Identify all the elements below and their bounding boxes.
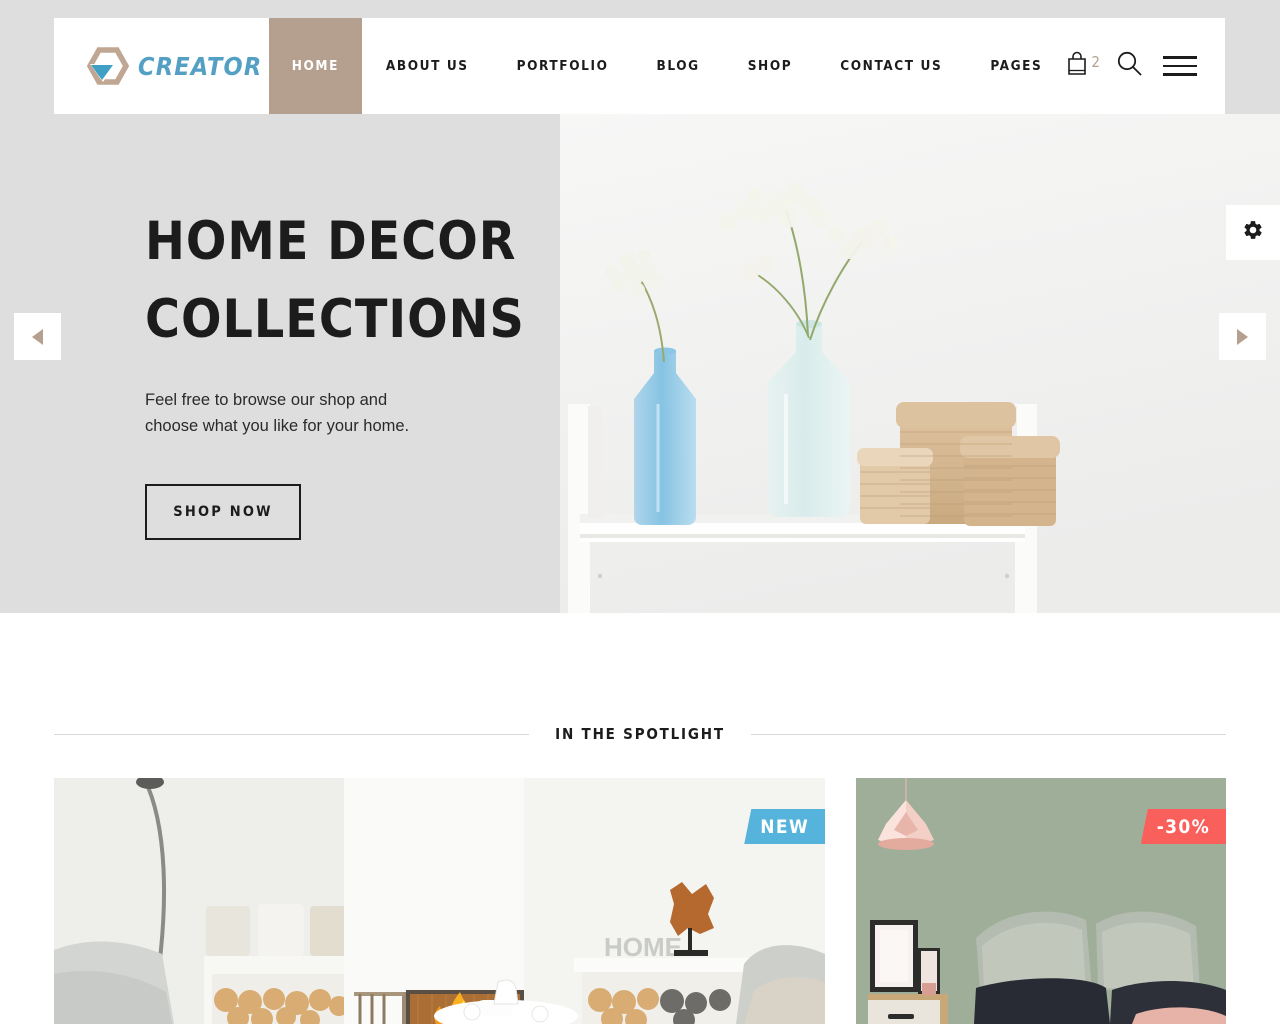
cart-count-badge: 2 bbox=[1091, 52, 1100, 71]
section-header: IN THE SPOTLIGHT bbox=[54, 725, 1227, 743]
logo-text: CREATOR bbox=[138, 51, 263, 81]
hamburger-menu-icon bbox=[1163, 64, 1197, 68]
gear-icon bbox=[1242, 219, 1264, 246]
nav-item-shop[interactable]: SHOP bbox=[724, 18, 817, 114]
main-navigation: HOME ABOUT US PORTFOLIO BLOG SHOP CONTAC… bbox=[268, 18, 1067, 114]
spotlight-card-new[interactable]: HOME NEW bbox=[54, 778, 825, 1024]
divider-line-left bbox=[54, 733, 530, 735]
hero-title-line-2: COLLECTIONS bbox=[145, 289, 525, 350]
hero-slider: HOME DECOR COLLECTIONS Feel free to brow… bbox=[0, 114, 1280, 613]
section-title: IN THE SPOTLIGHT bbox=[555, 725, 725, 743]
hexagon-arrow-logo-icon bbox=[86, 46, 130, 86]
chevron-left-icon bbox=[32, 328, 43, 345]
hero-subtitle-line-2: choose what you like for your home. bbox=[145, 417, 410, 435]
divider-line-right bbox=[750, 733, 1227, 735]
hero-title-line-1: HOME DECOR bbox=[145, 211, 517, 272]
site-header: CREATOR HOME ABOUT US PORTFOLIO BLOG SHO… bbox=[54, 18, 1225, 114]
spotlight-card-sale[interactable]: -30% bbox=[856, 778, 1226, 1024]
slider-prev-button[interactable] bbox=[14, 313, 61, 360]
card-badge-new: NEW bbox=[744, 809, 825, 844]
cart-button[interactable]: 2 bbox=[1066, 51, 1100, 82]
svg-text:HOME: HOME bbox=[604, 932, 682, 962]
slider-next-button[interactable] bbox=[1219, 313, 1266, 360]
hero-subtitle: Feel free to browse our shop and choose … bbox=[145, 387, 565, 439]
spotlight-section: IN THE SPOTLIGHT HOME NEW -30% bbox=[0, 613, 1280, 1024]
logo[interactable]: CREATOR bbox=[54, 18, 269, 114]
card-badge-discount: -30% bbox=[1140, 809, 1226, 844]
hamburger-menu-button[interactable] bbox=[1163, 56, 1197, 76]
search-button[interactable] bbox=[1116, 50, 1143, 82]
nav-item-contact-us[interactable]: CONTACT US bbox=[816, 18, 966, 114]
nav-item-about-us[interactable]: ABOUT US bbox=[362, 18, 493, 114]
hamburger-menu-icon bbox=[1163, 73, 1197, 76]
shopping-bag-icon bbox=[1066, 51, 1088, 82]
search-icon bbox=[1116, 50, 1143, 82]
chevron-right-icon bbox=[1237, 328, 1248, 345]
hamburger-menu-icon bbox=[1163, 56, 1197, 59]
nav-item-pages[interactable]: PAGES bbox=[966, 18, 1066, 114]
spotlight-cards: HOME NEW -30% bbox=[54, 778, 1226, 1024]
header-tools: 2 bbox=[1066, 18, 1225, 114]
shop-now-button[interactable]: SHOP NOW bbox=[145, 484, 301, 540]
settings-panel-toggle[interactable] bbox=[1226, 205, 1280, 260]
hero-content: HOME DECOR COLLECTIONS Feel free to brow… bbox=[145, 203, 565, 540]
nav-item-home[interactable]: HOME bbox=[268, 18, 362, 114]
nav-item-portfolio[interactable]: PORTFOLIO bbox=[493, 18, 633, 114]
nav-item-blog[interactable]: BLOG bbox=[633, 18, 724, 114]
hero-image bbox=[560, 114, 1280, 613]
hero-subtitle-line-1: Feel free to browse our shop and bbox=[145, 391, 388, 409]
